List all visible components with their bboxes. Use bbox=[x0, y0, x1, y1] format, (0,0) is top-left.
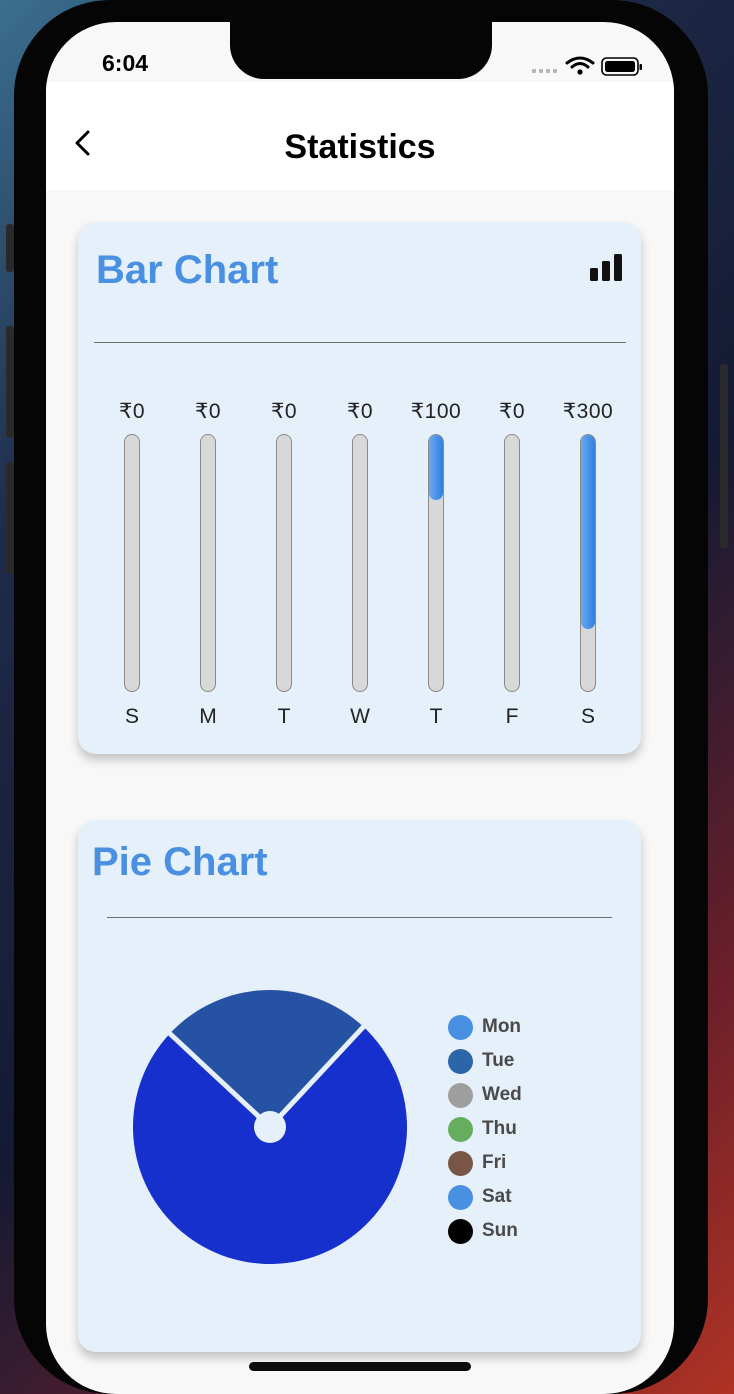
bar bbox=[429, 435, 443, 500]
legend-label: Wed bbox=[482, 1084, 522, 1105]
bar-day-label: T bbox=[277, 705, 291, 728]
volume-down-button bbox=[6, 462, 14, 574]
app-screen: Statistics 6:04 Bar Chart ₹0 S ₹0 M ₹0 T… bbox=[46, 22, 674, 1394]
bar-value-label: ₹0 bbox=[118, 400, 146, 423]
legend-color-dot bbox=[448, 1049, 473, 1074]
home-indicator bbox=[249, 1362, 471, 1371]
volume-up-button bbox=[6, 326, 14, 438]
legend-label: Mon bbox=[482, 1016, 522, 1037]
bar-value-label: ₹0 bbox=[498, 400, 526, 423]
bar-track bbox=[428, 434, 444, 692]
bar-track bbox=[352, 434, 368, 692]
bar-value-label: ₹0 bbox=[194, 400, 222, 423]
device-notch bbox=[230, 22, 492, 79]
pie-chart bbox=[132, 989, 407, 1264]
mute-switch bbox=[6, 224, 14, 272]
bar-chart-area: ₹0 S ₹0 M ₹0 T ₹0 W ₹100 T ₹0 F ₹300 S bbox=[78, 222, 641, 754]
bar-column: ₹0 S bbox=[94, 222, 170, 762]
bar-value-label: ₹0 bbox=[346, 400, 374, 423]
legend-color-dot bbox=[448, 1151, 473, 1176]
bar-track bbox=[504, 434, 520, 692]
bar-track bbox=[276, 434, 292, 692]
bar-value-label: ₹300 bbox=[562, 400, 614, 423]
legend-color-dot bbox=[448, 1185, 473, 1210]
legend-label: Tue bbox=[482, 1050, 515, 1071]
bar-column: ₹0 T bbox=[246, 222, 322, 762]
bar-chart-card: Bar Chart ₹0 S ₹0 M ₹0 T ₹0 W ₹100 T ₹0 F ₹300 S bbox=[78, 222, 641, 754]
bar-column: ₹0 F bbox=[474, 222, 550, 762]
status-icons bbox=[532, 54, 644, 78]
pie-chart-divider bbox=[107, 917, 612, 918]
bar-column: ₹300 S bbox=[550, 222, 626, 762]
legend-label: Fri bbox=[482, 1152, 507, 1173]
bar-day-label: S bbox=[580, 705, 595, 728]
power-button bbox=[720, 364, 728, 548]
bar bbox=[581, 435, 595, 629]
wifi-icon bbox=[565, 56, 595, 75]
pie-chart-card: Pie Chart Mon Tue Wed Thu Fri Sat Sun bbox=[78, 820, 641, 1352]
bar-day-label: W bbox=[350, 705, 370, 728]
legend-label: Sun bbox=[482, 1220, 518, 1241]
legend-label: Thu bbox=[482, 1118, 517, 1139]
bar-value-label: ₹100 bbox=[410, 400, 462, 423]
bar-day-label: F bbox=[505, 705, 519, 728]
bar-value-label: ₹0 bbox=[270, 400, 298, 423]
bar-column: ₹100 T bbox=[398, 222, 474, 762]
bar-column: ₹0 W bbox=[322, 222, 398, 762]
bar-day-label: M bbox=[199, 705, 217, 728]
bar-track bbox=[124, 434, 140, 692]
legend-color-dot bbox=[448, 1015, 473, 1040]
navigation-bar: Statistics bbox=[46, 82, 674, 190]
bar-day-label: S bbox=[124, 705, 139, 728]
page-title: Statistics bbox=[284, 128, 436, 166]
legend-color-dot bbox=[448, 1083, 473, 1108]
battery-icon bbox=[601, 57, 642, 76]
bar-track bbox=[580, 434, 596, 692]
status-time: 6:04 bbox=[102, 50, 149, 76]
pie-center-hole bbox=[254, 1111, 286, 1143]
pie-chart-title: Pie Chart bbox=[92, 840, 268, 884]
bar-column: ₹0 M bbox=[170, 222, 246, 762]
legend-label: Sat bbox=[482, 1186, 512, 1207]
bar-day-label: T bbox=[429, 705, 443, 728]
legend-color-dot bbox=[448, 1117, 473, 1142]
legend-color-dot bbox=[448, 1219, 473, 1244]
cellular-signal-icon bbox=[532, 69, 557, 73]
bar-track bbox=[200, 434, 216, 692]
